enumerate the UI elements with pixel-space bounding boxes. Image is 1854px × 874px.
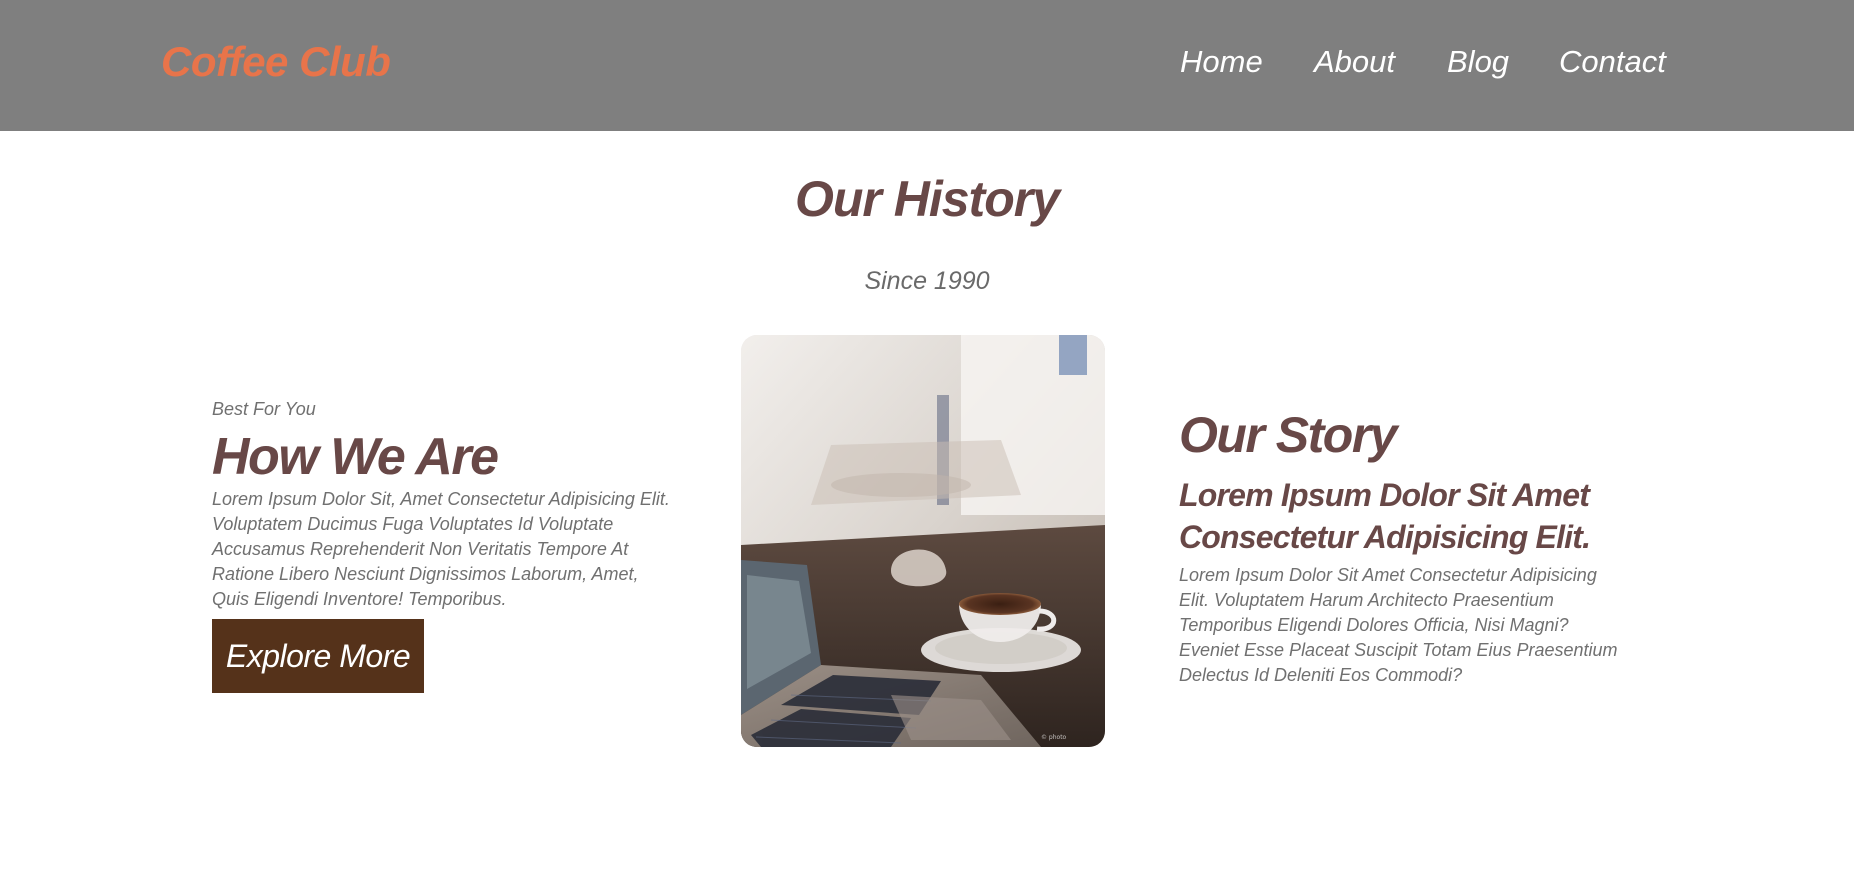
about-text: Lorem Ipsum Dolor Sit, Amet Consectetur … bbox=[212, 489, 670, 609]
story-text: Lorem Ipsum Dolor Sit Amet Consectetur A… bbox=[1179, 565, 1618, 685]
nav-contact-link[interactable]: Contact bbox=[1559, 44, 1666, 80]
section-subtitle: Since 1990 bbox=[864, 267, 990, 295]
svg-text:© photo: © photo bbox=[1041, 734, 1067, 741]
about-eyebrow: Best For You bbox=[212, 399, 316, 419]
nav-home-link[interactable]: Home bbox=[1180, 44, 1263, 80]
nav-blog-link[interactable]: Blog bbox=[1447, 44, 1509, 80]
nav-about-link[interactable]: About bbox=[1314, 44, 1395, 80]
explore-more-button[interactable]: Explore More bbox=[212, 619, 424, 693]
about-heading: How We Are bbox=[212, 428, 499, 486]
site-header: Coffee Club Home About Blog Contact bbox=[0, 0, 1854, 131]
section-title: Our History bbox=[794, 171, 1060, 227]
story-subheading: Lorem Ipsum Dolor Sit Amet Consectetur A… bbox=[1179, 477, 1591, 555]
coffee-laptop-photo: © photo bbox=[741, 335, 1105, 747]
story-heading: Our Story bbox=[1179, 407, 1398, 463]
logo[interactable]: Coffee Club bbox=[161, 38, 391, 86]
